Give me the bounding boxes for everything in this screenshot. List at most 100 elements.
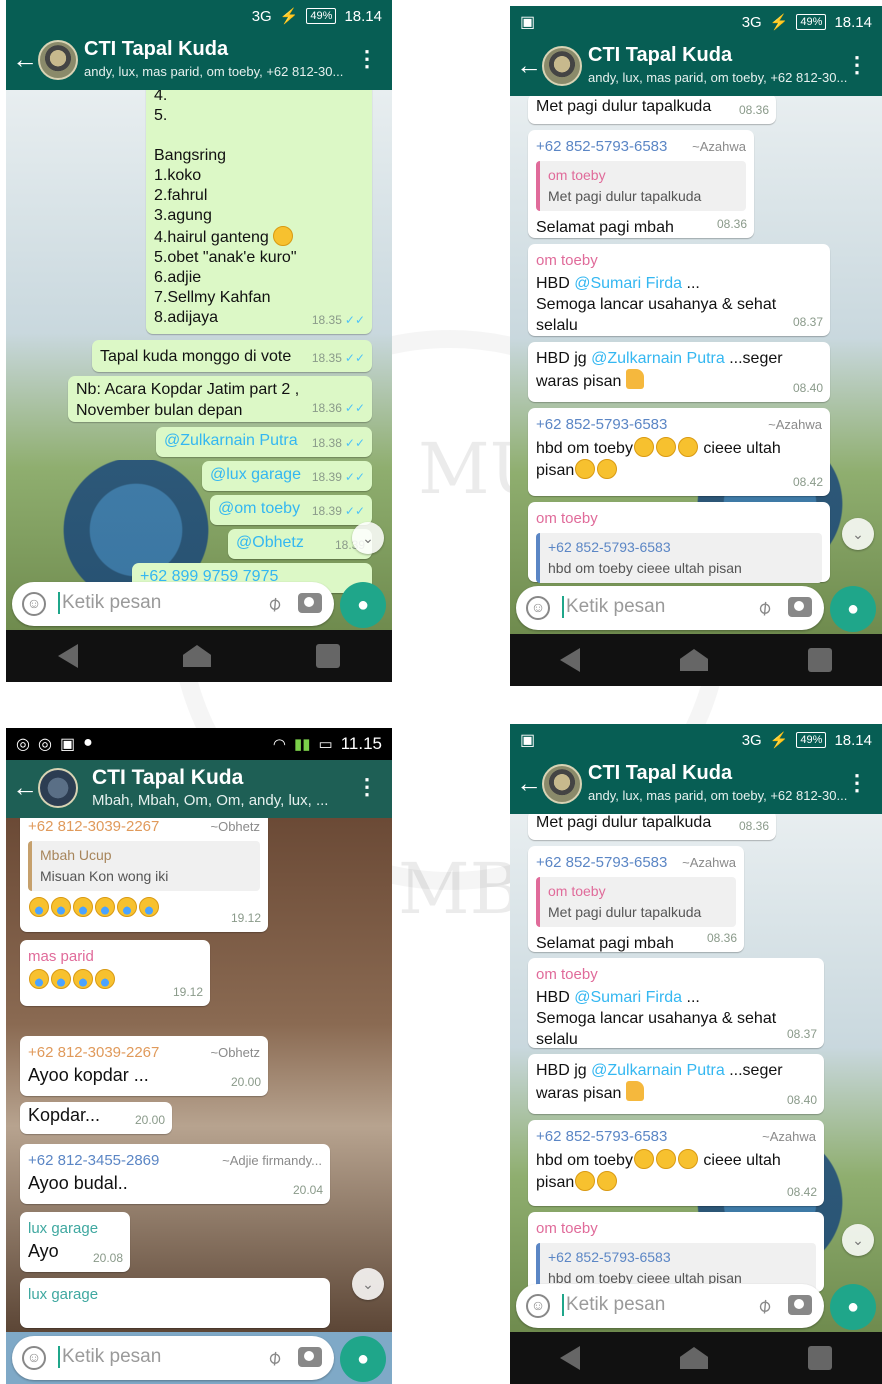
chat-header[interactable]: ← CTI Tapal Kuda andy, lux, mas parid, o…: [510, 38, 882, 96]
message-input[interactable]: ☺ Ketik pesan ⌀: [516, 586, 824, 630]
sender-name[interactable]: +62 852-5793-6583: [536, 854, 667, 871]
message-mention-zulkarnain[interactable]: @Zulkarnain Putra 18.38 ✓✓: [156, 427, 372, 457]
group-members[interactable]: andy, lux, mas parid, om toeby, +62 812-…: [84, 64, 364, 79]
nav-recent-icon[interactable]: [808, 648, 832, 672]
message-input[interactable]: ☺ Ketik pesan ⌀: [516, 1284, 824, 1328]
nav-home-icon[interactable]: [182, 645, 211, 667]
group-avatar[interactable]: [38, 40, 78, 80]
chat-header[interactable]: ← CTI Tapal Kuda andy, lux, mas parid, o…: [6, 32, 392, 90]
message-input[interactable]: ☺ Ketik pesan ⌀: [12, 582, 334, 626]
chevron-down-double-icon[interactable]: ⌄: [842, 518, 874, 550]
quoted-message[interactable]: om toeby Met pagi dulur tapalkuda: [536, 161, 746, 211]
sender-name[interactable]: om toeby: [536, 964, 816, 985]
message-bangsring-list[interactable]: 4. 5. Bangsring 1.koko 2.fahrul 3.agung 4.hair…: [146, 90, 372, 334]
message-ayoo-budal[interactable]: ~Adjie firmandy... +62 812-3455-2869 Ayoo…: [20, 1144, 330, 1204]
sender-name[interactable]: +62 852-5793-6583: [536, 1128, 667, 1145]
microphone-icon[interactable]: ●: [830, 586, 876, 632]
smiley-icon[interactable]: ☺: [22, 1346, 46, 1370]
microphone-icon[interactable]: ●: [830, 1284, 876, 1330]
sender-name[interactable]: om toeby: [536, 250, 822, 271]
nav-back-icon[interactable]: [560, 1346, 580, 1370]
sender-name[interactable]: +62 852-5793-6583: [536, 138, 667, 155]
mention-link[interactable]: Zulkarnain Putra: [607, 350, 724, 367]
message-reply-om-toeby[interactable]: om toeby +62 852-5793-6583 hbd om toeby …: [528, 502, 830, 583]
mention-link[interactable]: Sumari Firda: [590, 989, 682, 1006]
arrow-left-icon[interactable]: ←: [12, 772, 38, 802]
smiley-icon[interactable]: ☺: [526, 596, 550, 620]
group-title[interactable]: CTI Tapal Kuda: [92, 766, 243, 790]
message-ayo[interactable]: lux garage Ayo 20.08: [20, 1212, 130, 1272]
more-vert-icon[interactable]: ⋮: [356, 46, 378, 72]
sender-name[interactable]: lux garage: [28, 1218, 122, 1239]
nav-back-icon[interactable]: [560, 648, 580, 672]
microphone-icon[interactable]: ●: [340, 582, 386, 628]
chevron-down-double-icon[interactable]: ⌄: [842, 1224, 874, 1256]
group-title[interactable]: CTI Tapal Kuda: [588, 762, 732, 785]
message-kopdar[interactable]: Kopdar... 20.00: [20, 1102, 172, 1134]
message-selamat-pagi[interactable]: ~Azahwa +62 852-5793-6583 om toeby Met pa…: [528, 846, 744, 952]
arrow-left-icon[interactable]: ←: [516, 50, 542, 80]
mention-link[interactable]: om toeby: [234, 500, 300, 517]
sender-name[interactable]: +62 812-3039-2267: [28, 818, 159, 835]
group-avatar[interactable]: [542, 764, 582, 804]
message-input[interactable]: ☺ Ketik pesan ⌀: [12, 1336, 334, 1380]
nav-recent-icon[interactable]: [315, 644, 340, 668]
message-met-pagi[interactable]: Met pagi dulur tapalkuda 08.36: [528, 814, 776, 840]
message-hbd-zulkarnain[interactable]: HBD jg @Zulkarnain Putra ...seger waras …: [528, 1054, 824, 1114]
quoted-message[interactable]: +62 852-5793-6583 hbd om toeby cieee ult…: [536, 533, 822, 583]
nav-recent-icon[interactable]: [808, 1346, 832, 1370]
quoted-message[interactable]: Mbah Ucup Misuan Kon wong iki: [28, 841, 260, 891]
paperclip-icon[interactable]: ⌀: [751, 594, 776, 621]
quoted-message[interactable]: om toeby Met pagi dulur tapalkuda: [536, 877, 736, 927]
more-vert-icon[interactable]: ⋮: [356, 774, 378, 800]
more-vert-icon[interactable]: ⋮: [846, 770, 868, 796]
nav-home-icon[interactable]: [680, 1347, 708, 1369]
microphone-icon[interactable]: ●: [340, 1336, 386, 1382]
chat-header[interactable]: ← CTI Tapal Kuda Mbah, Mbah, Om, Om, and…: [6, 760, 392, 818]
mention-link[interactable]: Sumari Firda: [590, 275, 682, 292]
mention-link[interactable]: Obhetz: [252, 534, 304, 551]
mention-link[interactable]: Zulkarnain Putra: [180, 432, 297, 449]
chevron-down-double-icon[interactable]: ⌄: [352, 522, 384, 554]
sender-name[interactable]: om toeby: [536, 1218, 816, 1239]
mention-link[interactable]: Zulkarnain Putra: [607, 1062, 724, 1079]
group-avatar[interactable]: [38, 768, 78, 808]
nav-home-icon[interactable]: [680, 649, 708, 671]
nav-back-icon[interactable]: [58, 644, 79, 668]
chat-area[interactable]: Met pagi dulur tapalkuda 08.36 ~Azahwa +6…: [510, 96, 882, 634]
sender-name[interactable]: +62 812-3039-2267: [28, 1044, 159, 1061]
message-quote-mbah-ucup[interactable]: ~Obhetz +62 812-3039-2267 Mbah Ucup Misua…: [20, 818, 268, 932]
paperclip-icon[interactable]: ⌀: [751, 1292, 776, 1319]
message-hbd-sumari[interactable]: om toeby HBD @Sumari Firda ... Semoga la…: [528, 958, 824, 1048]
message-hbd-om-toeby[interactable]: ~Azahwa +62 852-5793-6583 hbd om toeby ci…: [528, 1120, 824, 1206]
sender-name[interactable]: +62 852-5793-6583: [536, 416, 667, 433]
sender-name[interactable]: om toeby: [536, 508, 822, 529]
more-vert-icon[interactable]: ⋮: [846, 52, 868, 78]
group-members[interactable]: andy, lux, mas parid, om toeby, +62 812-…: [588, 788, 858, 803]
paperclip-icon[interactable]: ⌀: [261, 1344, 286, 1371]
arrow-left-icon[interactable]: ←: [516, 768, 542, 798]
message-ayoo-kopdar[interactable]: ~Obhetz +62 812-3039-2267 Ayoo kopdar ...…: [20, 1036, 268, 1096]
chat-area[interactable]: ~Obhetz +62 812-3039-2267 Mbah Ucup Misua…: [6, 818, 392, 1332]
camera-icon[interactable]: [788, 1295, 812, 1315]
chat-area[interactable]: 4. 5. Bangsring 1.koko 2.fahrul 3.agung 4.hair…: [6, 90, 392, 630]
chat-area[interactable]: Met pagi dulur tapalkuda 08.36 ~Azahwa +6…: [510, 814, 882, 1332]
chevron-down-double-icon[interactable]: ⌄: [352, 1268, 384, 1300]
message-hbd-sumari[interactable]: om toeby HBD @Sumari Firda ... Semoga la…: [528, 244, 830, 336]
chat-header[interactable]: ← CTI Tapal Kuda andy, lux, mas parid, o…: [510, 756, 882, 814]
message-met-pagi[interactable]: Met pagi dulur tapalkuda 08.36: [528, 96, 776, 124]
message-mas-parid[interactable]: mas parid 19.12: [20, 940, 210, 1006]
sender-name[interactable]: lux garage: [28, 1284, 322, 1305]
group-members[interactable]: andy, lux, mas parid, om toeby, +62 812-…: [588, 70, 858, 85]
message-vote[interactable]: Tapal kuda monggo di vote 18.35 ✓✓: [92, 340, 372, 372]
message-mention-lux-garage[interactable]: @lux garage 18.39 ✓✓: [202, 461, 372, 491]
mention-link[interactable]: lux garage: [226, 466, 301, 483]
message-lux-garage-partial[interactable]: lux garage: [20, 1278, 330, 1328]
group-title[interactable]: CTI Tapal Kuda: [588, 44, 732, 67]
paperclip-icon[interactable]: ⌀: [261, 590, 286, 617]
group-title[interactable]: CTI Tapal Kuda: [84, 38, 228, 61]
message-kopdar-info[interactable]: Nb: Acara Kopdar Jatim part 2 , November…: [68, 376, 372, 422]
group-avatar[interactable]: [542, 46, 582, 86]
group-members[interactable]: Mbah, Mbah, Om, Om, andy, lux, ...: [92, 792, 342, 809]
arrow-left-icon[interactable]: ←: [12, 44, 38, 74]
